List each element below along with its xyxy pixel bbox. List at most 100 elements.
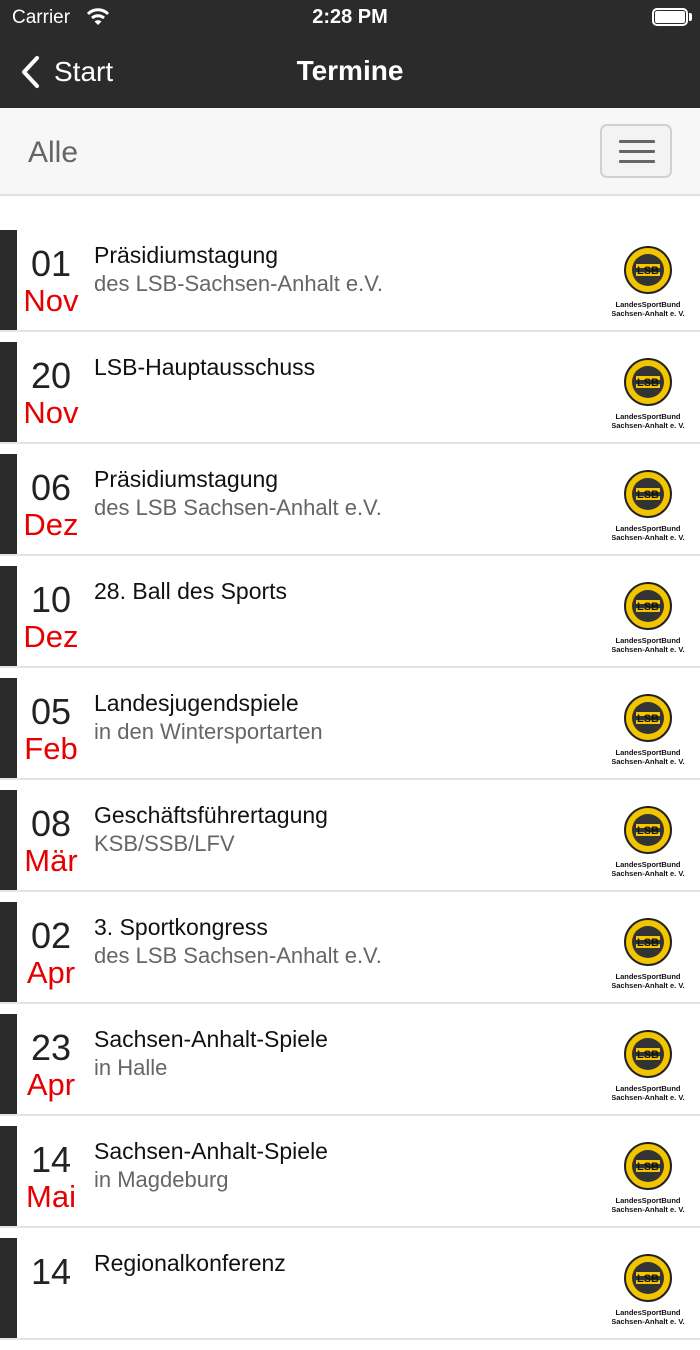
- svg-text:LandesSportBund: LandesSportBund: [616, 860, 681, 869]
- event-subtitle: in den Wintersportarten: [94, 719, 323, 744]
- svg-text:LSB: LSB: [637, 825, 659, 837]
- event-subtitle: in Magdeburg: [94, 1167, 229, 1192]
- svg-text:LandesSportBund: LandesSportBund: [616, 524, 681, 533]
- event-title: Sachsen-Anhalt-Spiele: [94, 1026, 328, 1052]
- event-row[interactable]: 10 Dez 28. Ball des Sports LSB LandesSpo…: [0, 566, 700, 668]
- event-day: 06: [30, 467, 72, 508]
- event-title: 3. Sportkongress: [94, 914, 268, 940]
- event-row[interactable]: 05 Feb Landesjugendspiele in den Winters…: [0, 678, 700, 780]
- svg-text:LSB: LSB: [637, 1273, 659, 1285]
- lsb-logo-icon: LSB LandesSportBund Sachsen-Anhalt e. V.: [612, 1142, 684, 1214]
- event-list: 01 Nov Präsidiumstagung des LSB-Sachsen-…: [0, 230, 700, 1350]
- event-day: 14: [30, 1139, 72, 1180]
- status-bar: Carrier 2:28 PM: [0, 0, 700, 36]
- svg-text:Sachsen-Anhalt e. V.: Sachsen-Anhalt e. V.: [612, 309, 684, 318]
- svg-text:LandesSportBund: LandesSportBund: [616, 1084, 681, 1093]
- filter-bar: Alle: [0, 108, 700, 196]
- row-accent-bar: [0, 1238, 17, 1338]
- svg-text:LSB: LSB: [637, 1049, 659, 1061]
- event-subtitle: des LSB Sachsen-Anhalt e.V.: [94, 495, 382, 520]
- chevron-left-icon: [22, 56, 39, 88]
- event-day: 10: [30, 579, 72, 620]
- event-title: Präsidiumstagung: [94, 466, 279, 492]
- svg-text:Sachsen-Anhalt e. V.: Sachsen-Anhalt e. V.: [612, 757, 684, 766]
- navigation-header: Carrier 2:28 PM Start Termine: [0, 0, 700, 108]
- event-subtitle: KSB/SSB/LFV: [94, 831, 235, 856]
- row-accent-bar: [0, 454, 17, 554]
- event-row[interactable]: 01 Nov Präsidiumstagung des LSB-Sachsen-…: [0, 230, 700, 332]
- svg-text:Sachsen-Anhalt e. V.: Sachsen-Anhalt e. V.: [612, 869, 684, 878]
- row-accent-bar: [0, 230, 17, 330]
- lsb-logo-icon: LSB LandesSportBund Sachsen-Anhalt e. V.: [612, 1254, 684, 1326]
- lsb-logo-icon: LSB LandesSportBund Sachsen-Anhalt e. V.: [612, 358, 684, 430]
- svg-text:Sachsen-Anhalt e. V.: Sachsen-Anhalt e. V.: [612, 645, 684, 654]
- svg-text:LandesSportBund: LandesSportBund: [616, 972, 681, 981]
- svg-text:LSB: LSB: [637, 713, 659, 725]
- lsb-logo-icon: LSB LandesSportBund Sachsen-Anhalt e. V.: [612, 470, 684, 542]
- svg-text:LSB: LSB: [637, 265, 659, 277]
- lsb-logo-icon: LSB LandesSportBund Sachsen-Anhalt e. V.: [612, 1030, 684, 1102]
- lsb-logo-icon: LSB LandesSportBund Sachsen-Anhalt e. V.: [612, 806, 684, 878]
- lsb-logo-icon: LSB LandesSportBund Sachsen-Anhalt e. V.: [612, 246, 684, 318]
- event-month: Nov: [23, 283, 79, 318]
- event-day: 01: [30, 243, 72, 284]
- svg-text:LSB: LSB: [637, 489, 659, 501]
- svg-text:LandesSportBund: LandesSportBund: [616, 300, 681, 309]
- clock-time: 2:28 PM: [312, 6, 388, 28]
- svg-text:LandesSportBund: LandesSportBund: [616, 636, 681, 645]
- svg-text:Sachsen-Anhalt e. V.: Sachsen-Anhalt e. V.: [612, 981, 684, 990]
- event-title: Sachsen-Anhalt-Spiele: [94, 1138, 328, 1164]
- row-accent-bar: [0, 790, 17, 890]
- event-row[interactable]: 20 Nov LSB-Hauptausschuss LSB LandesSpor…: [0, 342, 700, 444]
- row-accent-bar: [0, 678, 17, 778]
- event-title: Landesjugendspiele: [94, 690, 299, 716]
- svg-text:Sachsen-Anhalt e. V.: Sachsen-Anhalt e. V.: [612, 421, 684, 430]
- svg-text:LandesSportBund: LandesSportBund: [616, 748, 681, 757]
- row-accent-bar: [0, 566, 17, 666]
- event-day: 20: [30, 355, 72, 396]
- svg-text:Sachsen-Anhalt e. V.: Sachsen-Anhalt e. V.: [612, 1205, 684, 1214]
- svg-text:LSB: LSB: [637, 601, 659, 613]
- event-day: 23: [30, 1027, 72, 1068]
- row-accent-bar: [0, 902, 17, 1002]
- event-title: 28. Ball des Sports: [94, 578, 288, 604]
- svg-text:LandesSportBund: LandesSportBund: [616, 412, 681, 421]
- event-row[interactable]: 08 Mär Geschäftsführertagung KSB/SSB/LFV…: [0, 790, 700, 892]
- row-accent-bar: [0, 1126, 17, 1226]
- lsb-logo-icon: LSB LandesSportBund Sachsen-Anhalt e. V.: [612, 582, 684, 654]
- svg-text:LSB: LSB: [637, 1161, 659, 1173]
- svg-text:LandesSportBund: LandesSportBund: [616, 1308, 681, 1317]
- event-month: Mär: [24, 843, 78, 878]
- svg-text:Sachsen-Anhalt e. V.: Sachsen-Anhalt e. V.: [612, 1093, 684, 1102]
- event-subtitle: des LSB-Sachsen-Anhalt e.V.: [94, 271, 384, 296]
- event-subtitle: des LSB Sachsen-Anhalt e.V.: [94, 943, 382, 968]
- event-row[interactable]: 14 Regionalkonferenz LSB LandesSportBund…: [0, 1238, 700, 1340]
- row-accent-bar: [0, 1014, 17, 1114]
- event-month: Feb: [24, 731, 78, 766]
- lsb-logo-icon: LSB LandesSportBund Sachsen-Anhalt e. V.: [612, 918, 684, 990]
- svg-text:LSB: LSB: [637, 377, 659, 389]
- event-title: Geschäftsführertagung: [94, 802, 328, 828]
- filter-label: Alle: [28, 136, 79, 169]
- menu-toggle-button[interactable]: [600, 124, 672, 178]
- hamburger-icon: [619, 140, 655, 143]
- event-month: Apr: [26, 955, 76, 990]
- event-day: 08: [30, 803, 72, 844]
- event-day: 14: [30, 1251, 72, 1292]
- event-row[interactable]: 06 Dez Präsidiumstagung des LSB Sachsen-…: [0, 454, 700, 556]
- nav-bar: Start Termine: [0, 36, 700, 108]
- event-title: Regionalkonferenz: [94, 1250, 286, 1276]
- event-row[interactable]: 23 Apr Sachsen-Anhalt-Spiele in Halle LS…: [0, 1014, 700, 1116]
- event-row[interactable]: 14 Mai Sachsen-Anhalt-Spiele in Magdebur…: [0, 1126, 700, 1228]
- back-button[interactable]: Start: [20, 52, 113, 92]
- event-month: Nov: [23, 395, 79, 430]
- svg-text:Sachsen-Anhalt e. V.: Sachsen-Anhalt e. V.: [612, 1317, 684, 1326]
- event-row[interactable]: 02 Apr 3. Sportkongress des LSB Sachsen-…: [0, 902, 700, 1004]
- svg-text:Sachsen-Anhalt e. V.: Sachsen-Anhalt e. V.: [612, 533, 684, 542]
- lsb-logo-icon: LSB LandesSportBund Sachsen-Anhalt e. V.: [612, 694, 684, 766]
- battery-icon: [652, 8, 692, 26]
- event-subtitle: in Halle: [94, 1055, 168, 1080]
- svg-text:LandesSportBund: LandesSportBund: [616, 1196, 681, 1205]
- event-title: Präsidiumstagung: [94, 242, 279, 268]
- event-day: 02: [30, 915, 72, 956]
